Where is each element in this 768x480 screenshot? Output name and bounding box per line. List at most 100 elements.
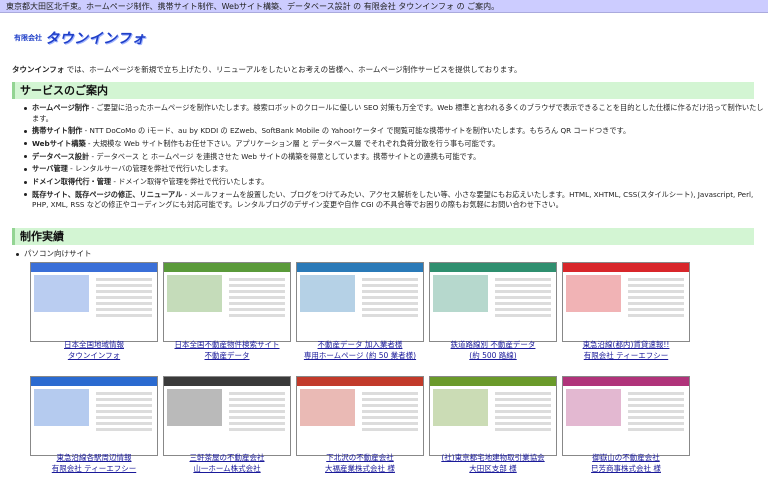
thumbnail-text-line <box>229 308 285 311</box>
thumbnail-text-line <box>96 302 152 305</box>
thumbnail-text-line <box>495 284 551 287</box>
intro-body: では、ホームページを新規で立ち上げたり、リニューアルをしたいとお考えの皆様へ、ホ… <box>64 65 522 74</box>
service-item: 携帯サイト制作 - NTT DoCoMo の iモード、au by KDDI の… <box>24 126 768 137</box>
thumbnail-text-line <box>495 398 551 401</box>
service-title: ドメイン取得代行・管理 <box>32 176 112 186</box>
thumbnail-text-line <box>229 416 285 419</box>
thumbnail-text-line <box>96 416 152 419</box>
thumbnail-text-line <box>628 284 684 287</box>
thumbnail-text-line <box>96 308 152 311</box>
work-caption-link[interactable]: 不動産データ 加入業者様 専用ホームページ (約 50 業者様) <box>290 339 430 361</box>
work-caption-link[interactable]: 三軒茶屋の不動産会社 山一ホーム株式会社 <box>157 452 297 474</box>
thumbnail-text-line <box>628 404 684 407</box>
work-caption-link[interactable]: 日本全国不動産物件検索サイト 不動産データ <box>157 339 297 361</box>
thumbnail-text-line <box>229 392 285 395</box>
work-thumbnail[interactable] <box>296 376 424 456</box>
work-caption-line2: 有限会社 ティーエフシー <box>51 464 137 473</box>
work-thumbnail[interactable] <box>429 376 557 456</box>
thumbnail-preview <box>167 275 287 338</box>
thumbnail-text-line <box>362 416 418 419</box>
work-caption-link[interactable]: 下北沢の不動産会社 大福産業株式会社 様 <box>290 452 430 474</box>
thumbnail-header <box>164 263 290 272</box>
work-caption-link[interactable]: 東急沿線(都内)賃貸速報!! 有限会社 ティーエフシー <box>556 339 696 361</box>
thumbnail-text-line <box>495 296 551 299</box>
thumbnail-text-line <box>96 284 152 287</box>
work-caption-line1: 日本全国不動産物件検索サイト <box>174 340 280 349</box>
thumbnail-text-line <box>495 416 551 419</box>
work-thumbnail[interactable] <box>30 376 158 456</box>
intro-text: タウンインフォ では、ホームページを新規で立ち上げたり、リニューアルをしたいとお… <box>12 65 762 75</box>
thumbnail-text-line <box>229 302 285 305</box>
thumbnail-text-line <box>495 308 551 311</box>
work-caption-link[interactable]: 御嶽山の不動産会社 巳芳商事株式会社 様 <box>556 452 696 474</box>
thumbnail-text-line <box>495 392 551 395</box>
thumbnail-text-line <box>96 290 152 293</box>
thumbnail-text-line <box>229 428 285 431</box>
work-caption-line2: 巳芳商事株式会社 様 <box>591 464 661 473</box>
works-subheading: パソコン向けサイト <box>16 249 92 258</box>
work-caption-line1: 御嶽山の不動産会社 <box>592 453 660 462</box>
thumbnail-text-line <box>96 422 152 425</box>
service-item: サーバ管理 - レンタルサーバの管理を弊社で代行いたします。 <box>24 164 768 175</box>
top-banner: 東京都大田区北千束。ホームページ制作、携帯サイト制作、Webサイト構築、データベ… <box>0 0 768 13</box>
thumbnail-preview <box>167 389 287 452</box>
thumbnail-text-line <box>96 278 152 281</box>
thumbnail-text-line <box>362 410 418 413</box>
thumbnail-header <box>297 377 423 386</box>
work-thumbnail[interactable] <box>562 376 690 456</box>
thumbnail-text-line <box>628 392 684 395</box>
work-caption-line2: 大田区支部 様 <box>469 464 517 473</box>
thumbnail-text-line <box>628 290 684 293</box>
thumbnail-preview <box>300 275 420 338</box>
thumbnail-text-line <box>229 284 285 287</box>
thumbnail-preview <box>34 275 154 338</box>
thumbnail-header <box>563 263 689 272</box>
thumbnail-preview <box>566 275 686 338</box>
thumbnail-text-line <box>362 428 418 431</box>
services-list: ホームページ制作 - ご要望に沿ったホームページを制作いたします。検索ロボットの… <box>10 103 768 213</box>
work-caption-line1: 下北沢の不動産会社 <box>326 453 394 462</box>
thumbnail-header <box>430 377 556 386</box>
thumbnail-text-line <box>362 296 418 299</box>
thumbnail-text-line <box>229 296 285 299</box>
thumbnail-text-line <box>628 422 684 425</box>
work-caption-line1: 東急沿線(都内)賃貸速報!! <box>582 340 670 349</box>
thumbnail-text-line <box>362 278 418 281</box>
work-thumbnail[interactable] <box>429 262 557 342</box>
company-logo[interactable]: 有限会社 タウンインフォ <box>14 28 146 47</box>
thumbnail-preview <box>433 389 553 452</box>
work-caption-link[interactable]: 鉄道路線別 不動産データ (約 500 路線) <box>423 339 563 361</box>
thumbnail-text-line <box>628 398 684 401</box>
work-thumbnail[interactable] <box>163 376 291 456</box>
work-caption-line2: タウンインフォ <box>67 351 121 360</box>
thumbnail-text-line <box>362 422 418 425</box>
thumbnail-image-block <box>34 275 90 312</box>
service-desc: - 大規模な Web サイト制作もお任せ下さい。アプリケーション層 と データベ… <box>85 138 500 148</box>
thumbnail-text-line <box>495 290 551 293</box>
thumbnail-text-line <box>495 278 551 281</box>
thumbnail-text-line <box>362 392 418 395</box>
service-desc: - レンタルサーバの管理を弊社で代行いたします。 <box>67 164 233 174</box>
work-caption-link[interactable]: (社)東京都宅地建物取引業協会 大田区支部 様 <box>423 452 563 474</box>
thumbnail-image-block <box>433 389 489 426</box>
service-title: Webサイト構築 <box>32 138 86 148</box>
work-caption-line1: 三軒茶屋の不動産会社 <box>189 453 265 462</box>
works-heading: 制作実績 <box>12 228 754 245</box>
work-thumbnail[interactable] <box>296 262 424 342</box>
work-thumbnail[interactable] <box>163 262 291 342</box>
service-item: 既存サイト、既存ページの修正、リニューアル - メールフォームを設置したい、ブロ… <box>24 190 768 211</box>
work-thumbnail[interactable] <box>30 262 158 342</box>
work-caption-link[interactable]: 日本全国地域情報 タウンインフォ <box>24 339 164 361</box>
thumbnail-preview <box>34 389 154 452</box>
work-caption-line1: 東急沿線各駅周辺情報 <box>56 453 132 462</box>
thumbnail-header <box>164 377 290 386</box>
thumbnail-image-block <box>300 389 356 426</box>
work-caption-line2: (約 500 路線) <box>469 351 517 360</box>
thumbnail-text-line <box>229 278 285 281</box>
work-caption-link[interactable]: 東急沿線各駅周辺情報 有限会社 ティーエフシー <box>24 452 164 474</box>
service-desc: - ドメイン取得や管理を弊社で代行いたします。 <box>111 176 269 186</box>
work-thumbnail[interactable] <box>562 262 690 342</box>
thumbnail-text-line <box>229 422 285 425</box>
service-title: 既存サイト、既存ページの修正、リニューアル <box>32 189 183 199</box>
work-caption-line2: 不動産データ <box>204 351 250 360</box>
